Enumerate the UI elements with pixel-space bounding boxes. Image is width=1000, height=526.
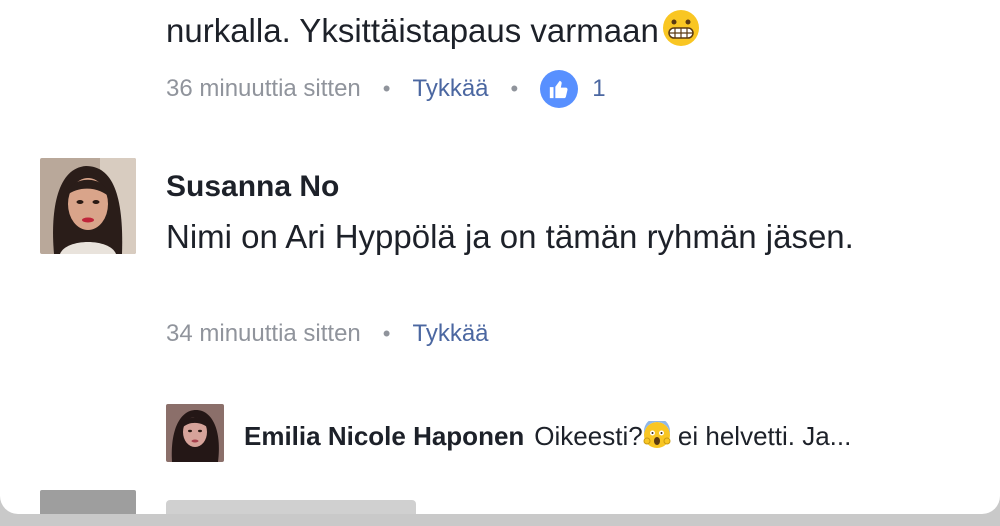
reply-author-name[interactable]: Emilia Nicole Haponen [244,421,524,451]
reply-text: Oikeesti? ei helvetti. Ja... [534,418,852,451]
timestamp[interactable]: 36 minuuttia sitten [166,75,361,103]
next-comment-avatar[interactable] [40,490,136,514]
comments-card: nurkalla. Yksittäistapaus varmaan 36 min… [0,0,1000,514]
separator-dot: • [382,321,391,346]
timestamp[interactable]: 34 minuuttia sitten [166,320,361,348]
thumbs-up-icon[interactable] [540,70,579,108]
previous-comment-meta: 36 minuuttia sitten • Tykkää • 1 [166,70,606,108]
next-comment-author-name[interactable] [166,500,416,514]
comment-body: Nimi on Ari Hyppölä ja on tämän ryhmän j… [166,218,854,255]
comment-author-name[interactable]: Susanna No [166,170,339,204]
reply-preview[interactable]: Emilia Nicole Haponen Oikeesti? ei helvet… [244,418,852,456]
separator-dot: • [382,76,391,101]
avatar[interactable] [40,158,136,254]
separator-dot: • [510,76,519,101]
screaming-face-emoji-icon [643,418,671,456]
like-link[interactable]: Tykkää [412,320,488,348]
previous-comment-body: nurkalla. Yksittäistapaus varmaan [166,12,659,49]
grimacing-emoji-icon [661,8,701,56]
previous-comment-text: nurkalla. Yksittäistapaus varmaan [166,8,701,56]
reply-avatar[interactable] [166,404,224,462]
reply-text-start: Oikeesti? [534,421,643,451]
reply-text-end: ei helvetti. Ja... [670,421,852,451]
comment-meta: 34 minuuttia sitten • Tykkää [166,320,489,348]
reaction-count[interactable]: 1 [592,75,605,103]
like-link[interactable]: Tykkää [412,75,488,103]
